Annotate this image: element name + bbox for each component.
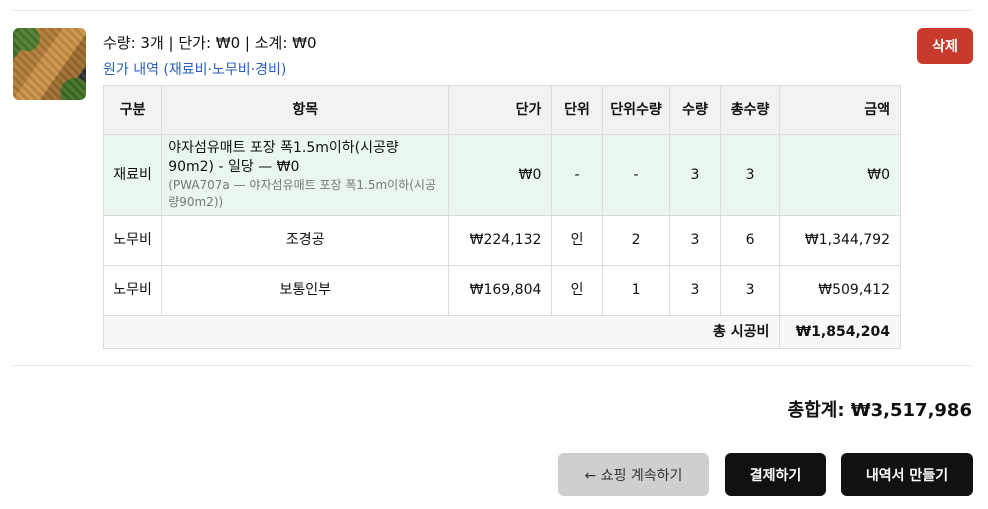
table-row: 재료비 야자섬유매트 포장 폭1.5m이하(시공량90m2) - 일당 — ₩0… — [102, 134, 901, 216]
header-total-qty: 총수량 — [719, 85, 781, 135]
header-amount: 금액 — [779, 85, 901, 135]
cell-total-qty: 3 — [719, 265, 781, 316]
cost-breakdown-link[interactable]: 원가 내역 (재료비·노무비·경비) — [103, 59, 286, 79]
header-item: 항목 — [161, 85, 450, 135]
cell-unit-price: ₩0 — [448, 134, 553, 216]
cell-qty: 3 — [669, 134, 721, 216]
cell-unit-qty: 2 — [601, 215, 671, 266]
table-header-row: 구분 항목 단가 단위 단위수량 수량 총수량 금액 — [102, 85, 901, 135]
cell-item: 조경공 — [161, 215, 450, 266]
cell-item: 야자섬유매트 포장 폭1.5m이하(시공량90m2) - 일당 — ₩0 (PW… — [161, 134, 450, 216]
table-row: 노무비 조경공 ₩224,132 인 2 3 6 ₩1,344,792 — [102, 215, 901, 266]
cell-unit: 인 — [551, 265, 603, 316]
delete-button[interactable]: 삭제 — [917, 28, 973, 64]
cell-amount: ₩1,344,792 — [779, 215, 901, 266]
checkout-button[interactable]: 결제하기 — [725, 453, 826, 496]
header-unit-price: 단가 — [448, 85, 553, 135]
cell-category: 재료비 — [102, 134, 163, 216]
header-category: 구분 — [102, 85, 163, 135]
header-unit-qty: 단위수량 — [601, 85, 671, 135]
cell-unit-qty: - — [601, 134, 671, 216]
cell-qty: 3 — [669, 215, 721, 266]
header-unit: 단위 — [551, 85, 603, 135]
product-thumbnail — [13, 28, 86, 100]
cell-unit: - — [551, 134, 603, 216]
cell-total-qty: 3 — [719, 134, 781, 216]
item-summary: 수량: 3개 | 단가: ₩0 | 소계: ₩0 — [103, 34, 317, 52]
top-divider — [12, 10, 972, 11]
cell-unit-qty: 1 — [601, 265, 671, 316]
cell-item: 보통인부 — [161, 265, 450, 316]
item-name: 야자섬유매트 포장 폭1.5m이하(시공량90m2) - 일당 — ₩0 — [168, 140, 399, 175]
total-label: 총 시공비 — [102, 315, 781, 349]
grand-total: 총합계: ₩3,517,986 — [787, 400, 972, 421]
cost-breakdown-table: 구분 항목 단가 단위 단위수량 수량 총수량 금액 재료비 야자섬유매트 포장… — [102, 85, 901, 349]
table-row: 노무비 보통인부 ₩169,804 인 1 3 3 ₩509,412 — [102, 265, 901, 316]
continue-shopping-button[interactable]: ← 쇼핑 계속하기 — [558, 453, 709, 496]
cell-amount: ₩509,412 — [779, 265, 901, 316]
total-row: 총 시공비 ₩1,854,204 — [102, 315, 901, 349]
cell-category: 노무비 — [102, 265, 163, 316]
bottom-divider — [12, 365, 972, 366]
create-quote-button[interactable]: 내역서 만들기 — [841, 453, 973, 496]
cell-total-qty: 6 — [719, 215, 781, 266]
cell-amount: ₩0 — [779, 134, 901, 216]
cell-unit-price: ₩224,132 — [448, 215, 553, 266]
cell-unit: 인 — [551, 215, 603, 266]
header-qty: 수량 — [669, 85, 721, 135]
cell-unit-price: ₩169,804 — [448, 265, 553, 316]
cell-category: 노무비 — [102, 215, 163, 266]
total-value: ₩1,854,204 — [779, 315, 901, 349]
item-code: (PWA707a — 야자섬유매트 포장 폭1.5m이하(시공량90m2)) — [168, 178, 437, 209]
cell-qty: 3 — [669, 265, 721, 316]
